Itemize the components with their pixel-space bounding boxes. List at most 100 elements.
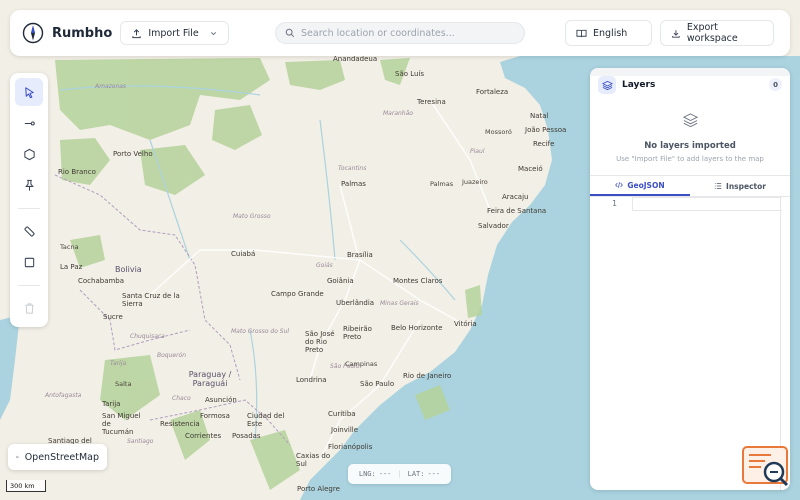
- toolbar-divider: [18, 208, 40, 209]
- layers-icon: [598, 76, 616, 94]
- trash-icon: [24, 302, 34, 314]
- tab-geojson[interactable]: GeoJSON: [590, 176, 690, 196]
- map-label-state: Chaco: [172, 395, 191, 402]
- map-label-state: Boquerón: [157, 352, 187, 359]
- map-label-city: Anandadeua: [333, 55, 378, 63]
- cursor-arrow-icon: [24, 86, 34, 98]
- import-file-label: Import File: [148, 27, 199, 39]
- map-label-city: Caxias do Sul: [296, 452, 331, 468]
- basemap-switcher-button[interactable]: OpenStreetMap: [8, 444, 107, 470]
- panel-header: Layers 0: [590, 72, 790, 98]
- map-label-city: Corrientes: [185, 432, 222, 440]
- language-button[interactable]: English: [565, 20, 652, 46]
- layer-count-badge: 0: [769, 78, 782, 91]
- measure-tool[interactable]: [15, 217, 43, 245]
- map-label-city: Salvador: [478, 222, 509, 230]
- map-label-state: Piauí: [470, 148, 485, 155]
- scale-bar: 300 km: [6, 480, 46, 492]
- delete-tool[interactable]: [15, 294, 43, 322]
- map-label-city: Teresina: [417, 98, 446, 106]
- editor-gutter: 1: [590, 197, 632, 490]
- search-bar[interactable]: [275, 22, 525, 44]
- map-label-city: San Miguel de Tucumán: [102, 412, 141, 436]
- map-label-city: Formosa: [200, 412, 230, 420]
- map-label-country: Paraguay / Paraguái: [188, 370, 232, 388]
- code-icon: [615, 182, 624, 188]
- pin-icon: [24, 179, 34, 191]
- map-label-city: Aracaju: [502, 193, 529, 201]
- map-label-city: Ciudad del Este: [247, 412, 285, 428]
- list-icon: [714, 183, 722, 189]
- map-label-city: Tacna: [60, 243, 79, 251]
- map-label-city: Vitória: [454, 320, 477, 328]
- export-workspace-label: Export workspace: [686, 22, 738, 44]
- lng-value: ---: [378, 470, 392, 478]
- map-label-city: Londrina: [296, 376, 327, 384]
- map-label-city: Ribeirão Preto: [343, 325, 372, 341]
- language-label: English: [593, 27, 628, 39]
- app-name: Rumbho: [52, 25, 113, 41]
- empty-state: No layers imported Use "Import File" to …: [590, 112, 790, 163]
- map-label-city: São José do Rio Preto: [305, 330, 335, 354]
- upload-icon: [132, 28, 141, 38]
- map-label-city: Belo Horizonte: [391, 324, 443, 332]
- coords-separator: |: [397, 470, 402, 478]
- map-label-city: Cochabamba: [78, 277, 125, 285]
- toolbar-divider: [18, 285, 40, 286]
- search-code-badge-icon[interactable]: [741, 445, 791, 489]
- map-label-city: Recife: [533, 140, 555, 148]
- map-label-city: São Paulo: [360, 380, 395, 388]
- line-tool[interactable]: [15, 109, 43, 137]
- map-label-city: Uberlândia: [336, 299, 375, 307]
- map-label-city: Curitiba: [328, 410, 356, 418]
- map-label-city: Palmas: [341, 180, 366, 188]
- download-icon: [672, 29, 680, 38]
- lng-label: LNG:: [358, 470, 376, 478]
- polygon-tool[interactable]: [15, 140, 43, 168]
- map-label-city: Natal: [530, 112, 549, 120]
- top-bar: Rumbho Import File English Export worksp…: [10, 10, 790, 56]
- map-label-state: Mato Grosso do Sul: [231, 328, 290, 335]
- empty-state-title: No layers imported: [644, 141, 736, 151]
- map-label-city: Mossoró: [485, 128, 512, 136]
- tab-geojson-label: GeoJSON: [627, 180, 665, 190]
- marker-tool[interactable]: [15, 171, 43, 199]
- map-label-city: Tarija: [102, 400, 121, 408]
- map-label-city: São Luís: [395, 70, 425, 78]
- rectangle-tool[interactable]: [15, 248, 43, 276]
- map-label-city: Campinas: [345, 360, 378, 368]
- map-label-city: Sucre: [103, 313, 123, 321]
- lat-value: ---: [427, 470, 441, 478]
- layers-panel: Layers 0 No layers imported Use "Import …: [590, 68, 790, 490]
- hexagon-icon: [23, 148, 35, 160]
- map-label-state: Chuquisaca: [130, 333, 165, 340]
- panel-title: Layers: [622, 80, 656, 90]
- map-label-country: Bolivia: [115, 265, 142, 274]
- editor-active-line[interactable]: [632, 197, 782, 211]
- map-label-city: Rio Branco: [58, 168, 96, 176]
- search-icon: [285, 28, 295, 38]
- map-label-city: Asunción: [205, 396, 237, 404]
- coordinates-readout: LNG: --- | LAT: ---: [348, 464, 451, 484]
- map-label-city: Maceió: [518, 165, 543, 173]
- empty-state-subtitle: Use "Import File" to add layers to the m…: [616, 155, 764, 163]
- map-label-state: Minas Gerais: [380, 300, 419, 307]
- layers-stack-icon: [16, 455, 19, 459]
- map-label-city: Porto Velho: [113, 150, 153, 158]
- tab-inspector[interactable]: Inspector: [690, 176, 790, 196]
- map-label-state: Tarija: [110, 360, 127, 367]
- map-label-city: Fortaleza: [476, 88, 509, 96]
- export-workspace-button[interactable]: Export workspace: [660, 20, 774, 46]
- polyline-icon: [24, 121, 35, 125]
- map-label-state: Santiago: [127, 438, 154, 445]
- map-label-state: Mato Grosso: [233, 213, 271, 220]
- drawing-toolbar: [10, 73, 48, 327]
- import-file-button[interactable]: Import File: [120, 21, 229, 45]
- basemap-label: OpenStreetMap: [24, 451, 99, 463]
- search-input[interactable]: [301, 27, 511, 39]
- map-label-city: Goiânia: [327, 277, 354, 285]
- tab-inspector-label: Inspector: [726, 181, 766, 191]
- select-tool[interactable]: [15, 78, 43, 106]
- map-label-city: Posadas: [232, 432, 261, 440]
- map-label-city: João Pessoa: [525, 126, 567, 134]
